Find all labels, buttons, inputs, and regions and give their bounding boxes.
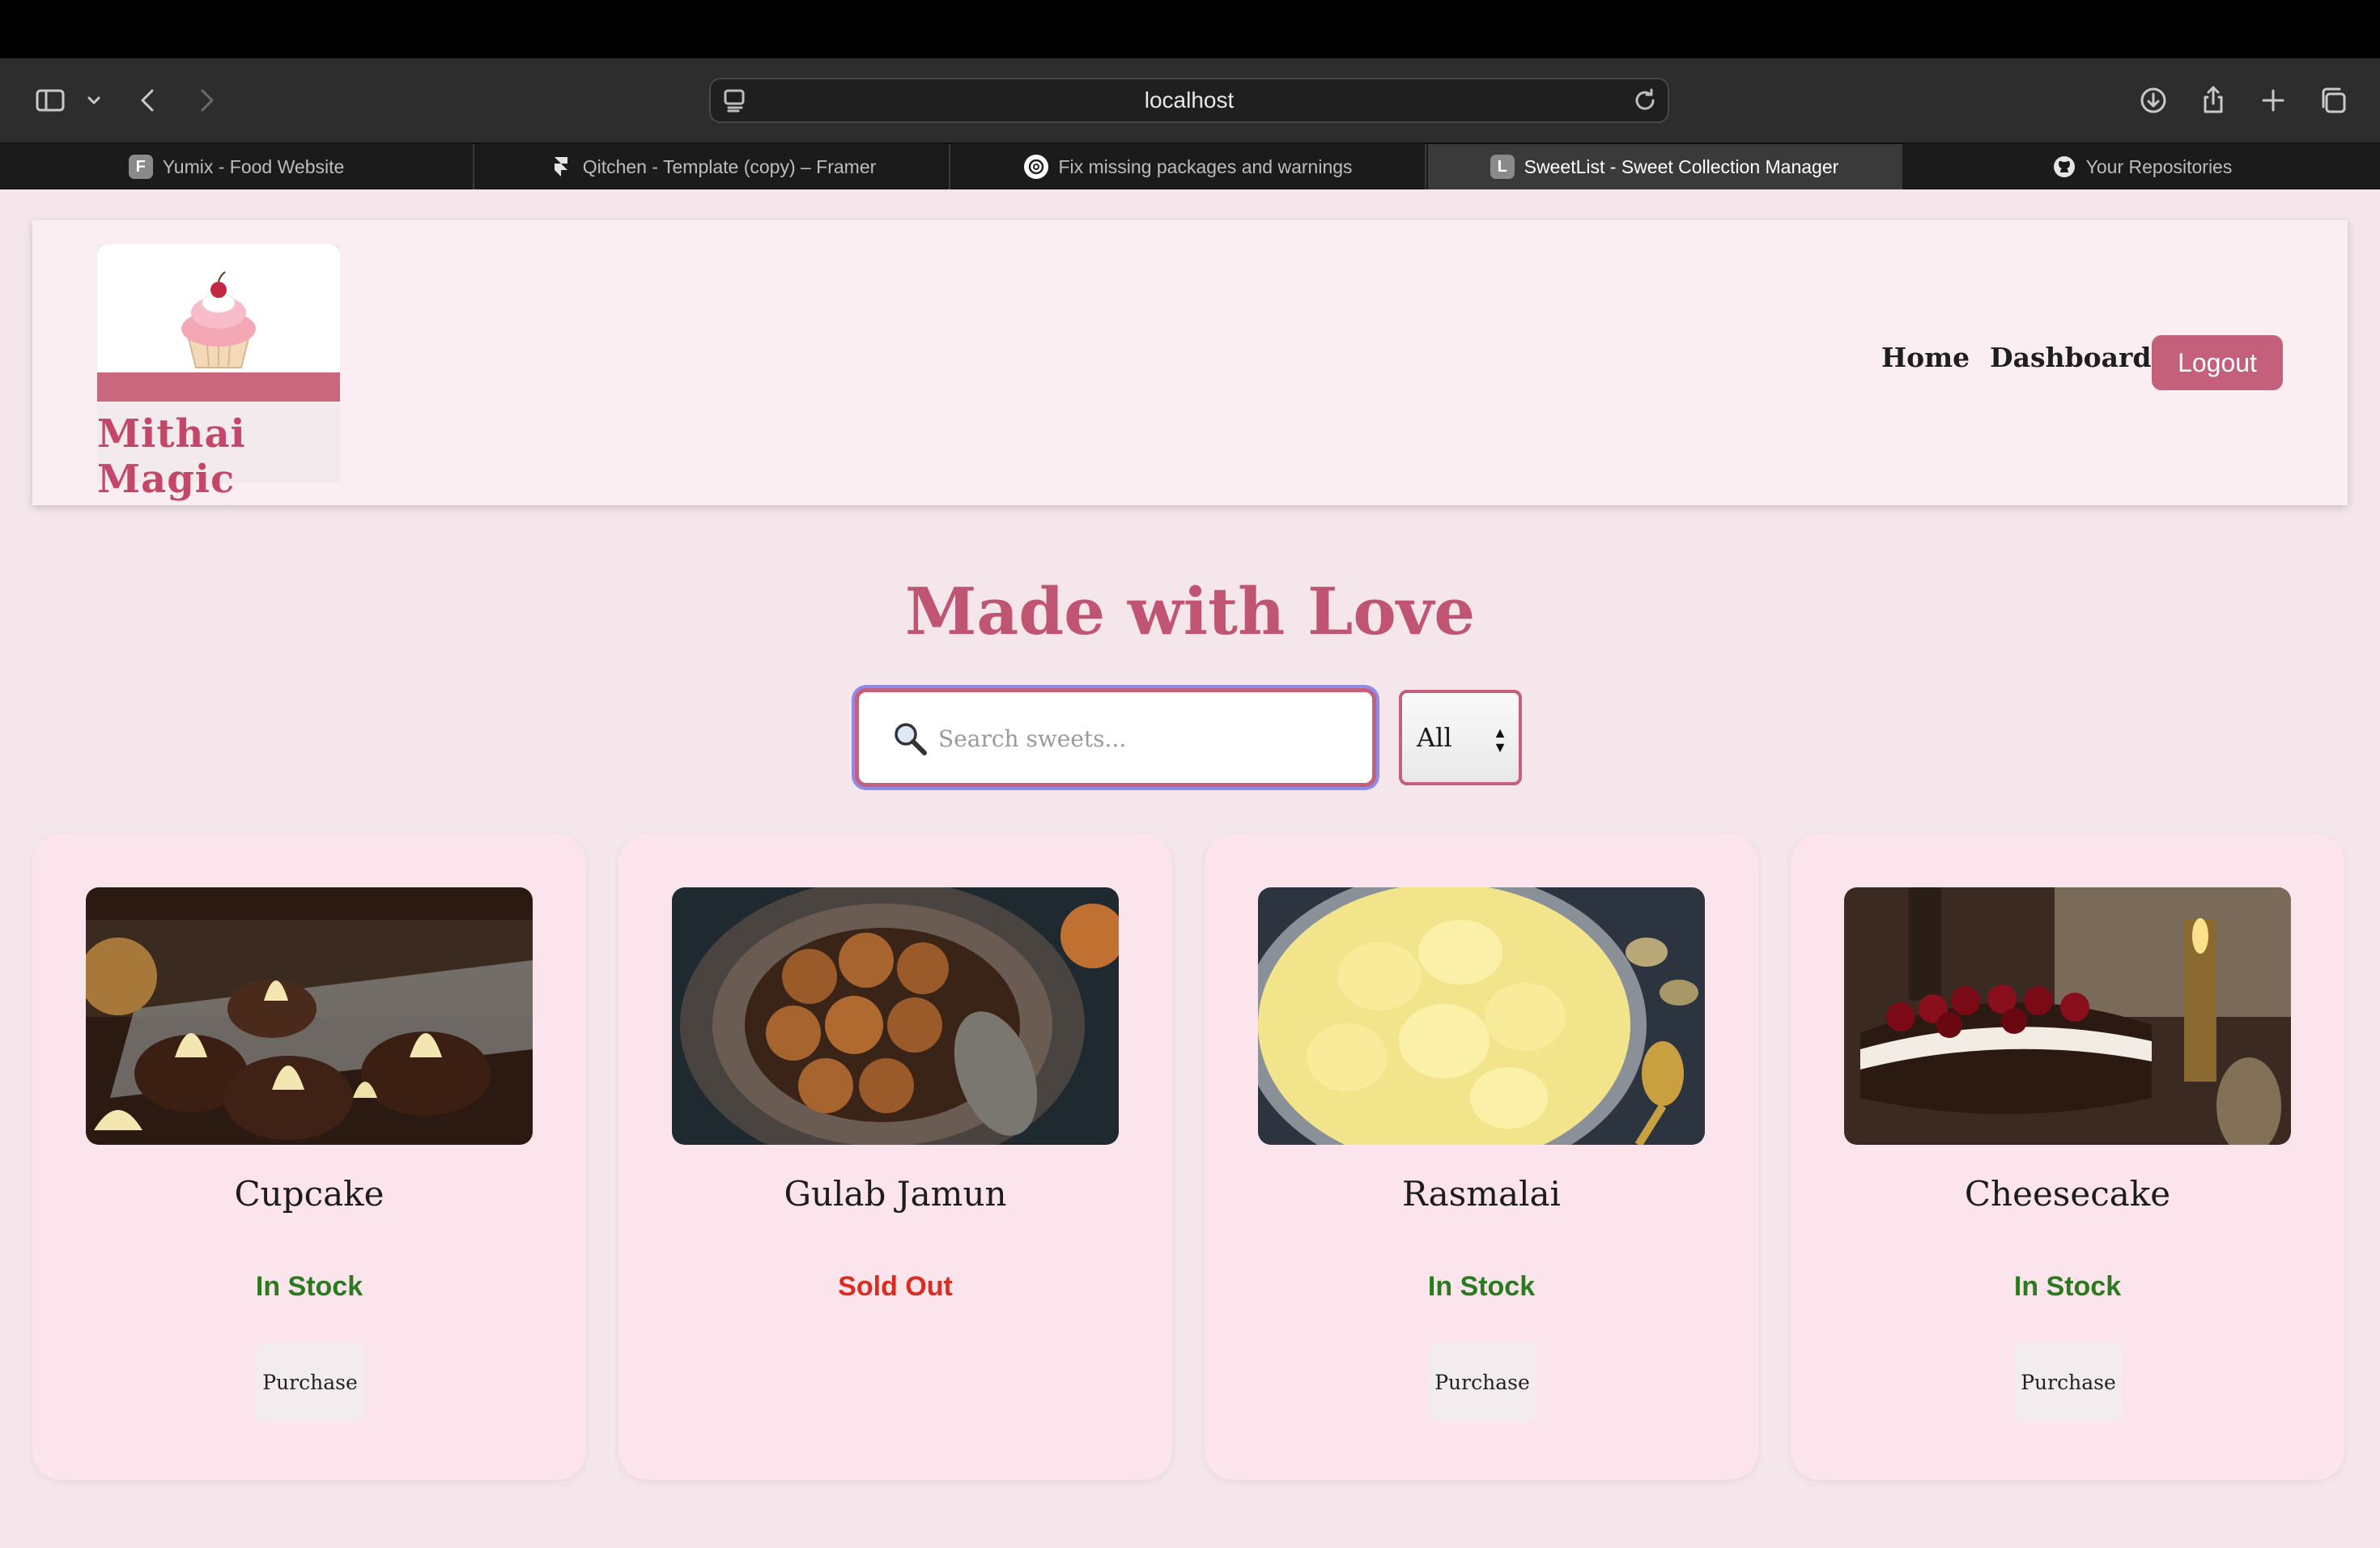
logo-band [97, 372, 340, 402]
tab-title: SweetList - Sweet Collection Manager [1524, 155, 1839, 177]
tab-repositories[interactable]: Your Repositories [1904, 144, 2380, 189]
sweetlist-favicon-icon: L [1490, 155, 1515, 179]
stock-status: In Stock [2013, 1271, 2122, 1302]
filter-selected-value: All [1417, 722, 1452, 753]
framer-icon [549, 155, 573, 179]
chevron-down-icon[interactable] [71, 78, 117, 123]
select-arrows-icon: ▲ ▼ [1493, 725, 1507, 755]
tab-qitchen[interactable]: Qitchen - Template (copy) – Framer [476, 144, 950, 189]
gulab-jamun-image [672, 887, 1119, 1145]
forward-arrow-icon[interactable] [183, 78, 228, 123]
sweet-card-cupcake: Cupcake In Stock Purchase [32, 834, 586, 1480]
magnifier-icon [891, 720, 929, 757]
yumix-favicon-icon: F [128, 155, 153, 179]
cheesecake-image [1844, 887, 2291, 1145]
share-icon[interactable] [2191, 78, 2236, 123]
tab-overview-icon[interactable] [2310, 78, 2356, 123]
purchase-button[interactable]: Purchase [256, 1342, 364, 1422]
search-input[interactable] [937, 707, 1361, 770]
sweet-card-gulab-jamun: Gulab Jamun Sold Out [618, 834, 1172, 1480]
page-title: Made with Love [904, 573, 1476, 649]
sweet-name: Gulab Jamun [784, 1174, 1007, 1214]
chatgpt-icon [1024, 155, 1049, 179]
tab-title: Qitchen - Template (copy) – Framer [582, 155, 877, 177]
github-icon [2052, 155, 2076, 179]
reload-icon[interactable] [1630, 86, 1660, 115]
logout-button[interactable]: Logout [2152, 335, 2283, 390]
browser-toolbar: localhost [0, 58, 2380, 142]
logo[interactable]: Mithai Magic [97, 245, 340, 502]
tab-yumix[interactable]: F Yumix - Food Website [0, 144, 474, 189]
brand-name: Mithai Magic [97, 411, 246, 502]
tab-sweetlist[interactable]: L SweetList - Sweet Collection Manager [1428, 144, 1902, 189]
stock-status: In Stock [255, 1271, 363, 1302]
address-bar[interactable]: localhost [709, 78, 1669, 123]
stock-status: Sold Out [838, 1271, 953, 1302]
purchase-button[interactable]: Purchase [2014, 1342, 2123, 1422]
download-icon[interactable] [2131, 78, 2176, 123]
system-menu-bar [0, 0, 2380, 58]
nav-home-link[interactable]: Home [1881, 342, 1970, 373]
cupcake-image [86, 887, 533, 1145]
sweet-card-cheesecake: Cheesecake In Stock Purchase [1791, 834, 2344, 1480]
sweet-card-rasmalai: Rasmalai In Stock Purchase [1205, 834, 1758, 1480]
url-text: localhost [1144, 87, 1235, 113]
cupcake-logo-icon [97, 245, 340, 372]
sweet-name: Cupcake [234, 1174, 385, 1214]
tab-title: Yumix - Food Website [162, 155, 345, 177]
category-filter-select[interactable]: All ▲ ▼ [1399, 690, 1522, 785]
nav-dashboard-link[interactable]: Dashboard [1990, 342, 2152, 373]
new-tab-icon[interactable] [2250, 78, 2296, 123]
tab-title: Fix missing packages and warnings [1058, 155, 1353, 177]
back-arrow-icon[interactable] [126, 78, 172, 123]
site-header: Mithai Magic Home Dashboard Logout [32, 220, 2348, 505]
sweet-name: Cheesecake [1964, 1174, 2171, 1214]
sweet-name: Rasmalai [1402, 1174, 1561, 1214]
search-box[interactable] [855, 688, 1376, 787]
rasmalai-image [1258, 887, 1705, 1145]
purchase-button[interactable]: Purchase [1428, 1342, 1536, 1422]
sidebar-toggle-icon[interactable] [28, 78, 73, 123]
tab-chatgpt[interactable]: Fix missing packages and warnings [952, 144, 1426, 189]
tab-title: Your Repositories [2085, 155, 2233, 177]
stock-status: In Stock [1427, 1271, 1536, 1302]
tab-bar: F Yumix - Food Website Qitchen - Templat… [0, 142, 2380, 189]
